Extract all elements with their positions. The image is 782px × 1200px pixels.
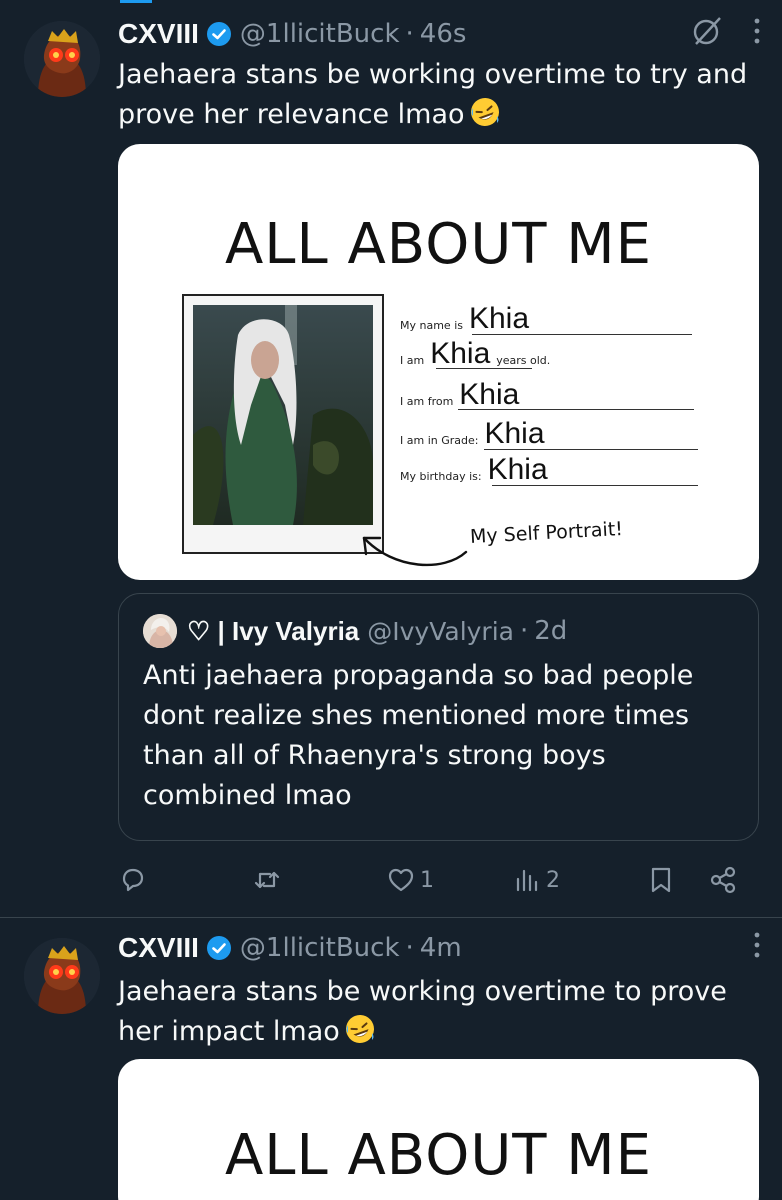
reply-icon: [122, 868, 144, 892]
tweet-text: Jaehaera stans be working overtime to tr…: [118, 55, 758, 135]
display-name[interactable]: CXVIII: [118, 932, 199, 964]
separator-dot: ·: [405, 19, 414, 49]
avatar[interactable]: [24, 21, 100, 97]
tweet-text: Jaehaera stans be working overtime to pr…: [118, 972, 758, 1052]
portrait-image: [193, 305, 373, 525]
tweet[interactable]: CXVIII @1llicitBuck · 4m Jaehaera stans …: [0, 918, 782, 1200]
form-field: My name is Khia: [400, 304, 529, 335]
field-label: I am in Grade:: [400, 434, 479, 447]
tweet-body: Jaehaera stans be working overtime to tr…: [118, 59, 748, 130]
timestamp[interactable]: 4m: [420, 933, 462, 963]
quote-timestamp: 2d: [534, 616, 568, 646]
media-image[interactable]: ALL ABOUT ME: [118, 1059, 759, 1200]
field-label: My birthday is:: [400, 470, 482, 483]
form-field: I am Khia years old.: [400, 339, 550, 370]
arrow-icon: [362, 536, 468, 567]
field-underline: [458, 409, 694, 410]
reply-button[interactable]: [118, 865, 152, 895]
field-underline: [492, 485, 698, 486]
field-underline: [472, 334, 692, 335]
portrait-frame: [182, 294, 384, 554]
tweet-header: CXVIII @1llicitBuck · 46s: [118, 16, 762, 52]
heart-icon: [388, 868, 414, 892]
quote-text: Anti jaehaera propaganda so bad people d…: [143, 660, 694, 811]
slash-circle-icon[interactable]: [690, 14, 724, 55]
action-bar: 1 2: [118, 862, 758, 898]
like-count: 1: [420, 867, 434, 893]
share-icon: [710, 866, 736, 894]
rolling-laughing-emoji-icon: [469, 96, 501, 128]
worksheet-title: ALL ABOUT ME: [224, 1123, 653, 1188]
field-label: My name is: [400, 319, 463, 332]
quote-avatar: [143, 614, 177, 648]
field-value: Khia: [459, 378, 520, 411]
retweet-button[interactable]: [252, 865, 286, 895]
verified-badge-icon: [206, 935, 232, 961]
worksheet-title: ALL ABOUT ME: [224, 212, 653, 277]
field-value: Khia: [468, 302, 530, 335]
user-handle[interactable]: @1llicitBuck: [240, 19, 400, 49]
retweet-icon: [254, 871, 280, 889]
quote-handle: @IvyValyria: [367, 616, 514, 646]
more-vertical-icon[interactable]: [752, 930, 762, 967]
form-field: My birthday is: Khia: [400, 455, 548, 486]
share-button[interactable]: [708, 865, 738, 895]
verified-badge-icon: [206, 21, 232, 47]
bookmark-icon: [651, 867, 671, 893]
field-value: Khia: [430, 337, 491, 370]
field-value: Khia: [484, 417, 545, 450]
views-button[interactable]: 2: [512, 865, 560, 895]
media-image[interactable]: ALL ABOUT ME My name is Khia I am Khia y…: [118, 144, 759, 580]
quote-header: ♡ | Ivy Valyria @IvyValyria · 2d: [143, 614, 567, 648]
quote-display-name: ♡ | Ivy Valyria: [187, 615, 360, 646]
separator-dot: ·: [519, 616, 529, 646]
separator-dot: ·: [405, 933, 414, 963]
more-vertical-icon[interactable]: [752, 16, 762, 53]
rolling-laughing-emoji-icon: [344, 1013, 376, 1045]
timestamp[interactable]: 46s: [420, 19, 467, 49]
field-underline: [436, 368, 532, 369]
form-field: I am from Khia: [400, 380, 519, 411]
views-count: 2: [546, 867, 560, 893]
views-icon: [516, 869, 538, 892]
field-value: Khia: [487, 453, 548, 486]
quote-tweet[interactable]: ♡ | Ivy Valyria @IvyValyria · 2d Anti ja…: [118, 593, 759, 841]
form-field: I am in Grade: Khia: [400, 419, 545, 450]
avatar[interactable]: [24, 938, 100, 1014]
bookmark-button[interactable]: [646, 865, 676, 895]
like-button[interactable]: 1: [386, 865, 434, 895]
display-name[interactable]: CXVIII: [118, 18, 199, 50]
tweet-header: CXVIII @1llicitBuck · 4m: [118, 930, 762, 966]
user-handle[interactable]: @1llicitBuck: [240, 933, 400, 963]
tweet-body: Jaehaera stans be working overtime to pr…: [118, 976, 727, 1047]
field-label: I am from: [400, 395, 454, 408]
field-underline: [484, 449, 698, 450]
field-label: I am: [400, 354, 425, 367]
tweet[interactable]: CXVIII @1llicitBuck · 46s Jaehaera stans…: [0, 0, 782, 918]
self-portrait-caption: My Self Portrait!: [469, 518, 624, 548]
